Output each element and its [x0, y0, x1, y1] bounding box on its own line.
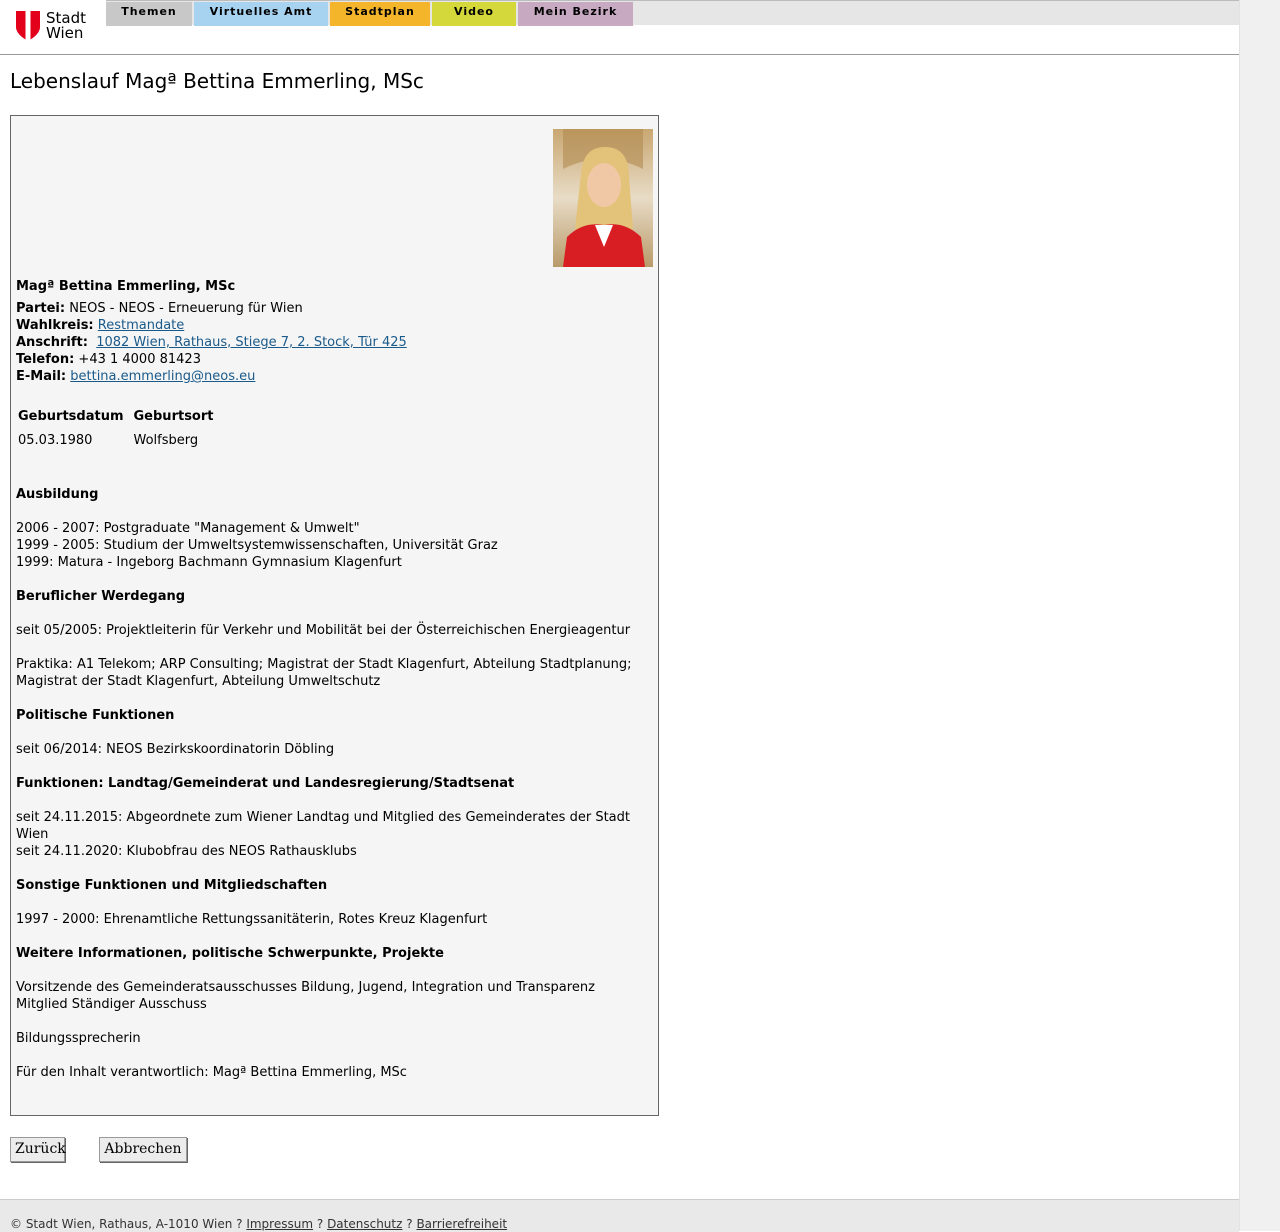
- table-cell-geburtsort: Wolfsberg: [133, 432, 199, 448]
- telefon-value: +43 1 4000 81423: [78, 352, 201, 367]
- list-item: 1997 - 2000: Ehrenamtliche Rettungssanit…: [16, 912, 488, 927]
- anschrift-link[interactable]: 1082 Wien, Rathaus, Stiege 7, 2. Stock, …: [96, 335, 407, 350]
- wahlkreis-link[interactable]: Restmandate: [98, 318, 185, 333]
- section-title: Sonstige Funktionen und Mitgliedschaften: [16, 878, 328, 893]
- birth-table: Geburtsdatum Geburtsort 05.03.1980 Wolfs…: [18, 406, 223, 450]
- section-ausbildung: Ausbildung 2006 - 2007: Postgraduate "Ma…: [16, 486, 646, 571]
- email-label: E-Mail:: [16, 369, 67, 384]
- cancel-button[interactable]: Abbrechen: [99, 1137, 187, 1162]
- page: Stadt Wien Themen Virtuelles Amt Stadtpl…: [0, 0, 1239, 1232]
- wahlkreis-label: Wahlkreis:: [16, 318, 94, 333]
- section-politisch: Politische Funktionen seit 06/2014: NEOS…: [16, 707, 646, 758]
- section-funktionen: Funktionen: Landtag/Gemeinderat und Land…: [16, 775, 646, 860]
- table-row: 05.03.1980 Wolfsberg: [18, 426, 223, 450]
- section-sonstige: Sonstige Funktionen und Mitgliedschaften…: [16, 877, 646, 928]
- site-header: Stadt Wien Themen Virtuelles Amt Stadtpl…: [0, 0, 1239, 55]
- table-cell-geburtsdatum: 05.03.1980: [18, 432, 93, 448]
- email-link[interactable]: bettina.emmerling@neos.eu: [70, 369, 255, 384]
- list-item: Mitglied Ständiger Ausschuss: [16, 997, 207, 1012]
- tab-video[interactable]: Video: [432, 2, 516, 26]
- list-item: 1999 - 2005: Studium der Umweltsystemwis…: [16, 538, 498, 553]
- section-title: Politische Funktionen: [16, 708, 175, 723]
- section-title: Beruflicher Werdegang: [16, 589, 186, 604]
- page-scrollbar[interactable]: [1239, 0, 1280, 1231]
- section-title: Funktionen: Landtag/Gemeinderat und Land…: [16, 776, 515, 791]
- footer-datenschutz-link[interactable]: Datenschutz: [327, 1217, 402, 1231]
- list-item: seit 24.11.2020: Klubobfrau des NEOS Rat…: [16, 844, 357, 859]
- site-footer: © Stadt Wien, Rathaus, A-1010 Wien ? Imp…: [0, 1199, 1239, 1232]
- list-item: Bildungssprecherin: [16, 1031, 141, 1046]
- profile-card: Magª Bettina Emmerling, MSc Partei: NEOS…: [10, 115, 659, 1116]
- wien-shield-icon: [16, 11, 40, 41]
- page-title: Lebenslauf Magª Bettina Emmerling, MSc: [10, 69, 424, 93]
- footer-separator: ?: [406, 1217, 413, 1231]
- list-item: Vorsitzende des Gemeinderatsausschusses …: [16, 980, 595, 995]
- list-item: seit 24.11.2015: Abgeordnete zum Wiener …: [16, 810, 630, 842]
- table-header-geburtsort: Geburtsort: [133, 408, 214, 424]
- back-button[interactable]: Zurück: [10, 1137, 66, 1162]
- profile-name: Magª Bettina Emmerling, MSc: [16, 279, 236, 294]
- list-item: 2006 - 2007: Postgraduate "Management & …: [16, 521, 360, 536]
- footer-separator: ?: [316, 1217, 324, 1231]
- section-title: Ausbildung: [16, 487, 99, 502]
- table-header-geburtsdatum: Geburtsdatum: [18, 408, 124, 424]
- tab-mein-bezirk[interactable]: Mein Bezirk: [518, 2, 633, 26]
- responsibility-note: Für den Inhalt verantwortlich: Magª Bett…: [16, 1065, 407, 1080]
- list-item: seit 06/2014: NEOS Bezirkskoordinatorin …: [16, 742, 335, 757]
- main-navigation: Themen Virtuelles Amt Stadtplan Video Me…: [106, 0, 1239, 26]
- tab-themen[interactable]: Themen: [106, 2, 192, 26]
- stadt-wien-logo[interactable]: Stadt Wien: [16, 10, 86, 42]
- profile-photo: [553, 129, 653, 267]
- list-item: 1999: Matura - Ingeborg Bachmann Gymnasi…: [16, 555, 402, 570]
- telefon-label: Telefon:: [16, 352, 75, 367]
- footer-copyright: © Stadt Wien, Rathaus, A-1010 Wien ?: [10, 1217, 243, 1231]
- list-item: seit 05/2005: Projektleiterin für Verkeh…: [16, 623, 631, 638]
- partei-value: NEOS - NEOS - Erneuerung für Wien: [69, 301, 303, 316]
- logo-text-wien: Wien: [46, 24, 84, 42]
- footer-impressum-link[interactable]: Impressum: [246, 1217, 313, 1231]
- section-weitere: Weitere Informationen, politische Schwer…: [16, 945, 646, 1081]
- logo-text: Stadt Wien: [46, 11, 86, 41]
- section-beruf: Beruflicher Werdegang seit 05/2005: Proj…: [16, 588, 646, 690]
- footer-barrierefreiheit-link[interactable]: Barrierefreiheit: [416, 1217, 507, 1231]
- list-item: Praktika: A1 Telekom; ARP Consulting; Ma…: [16, 657, 632, 689]
- contact-info: Partei: NEOS - NEOS - Erneuerung für Wie…: [16, 300, 407, 385]
- tab-virtuelles-amt[interactable]: Virtuelles Amt: [194, 2, 328, 26]
- section-title: Weitere Informationen, politische Schwer…: [16, 946, 444, 961]
- tab-stadtplan[interactable]: Stadtplan: [330, 2, 430, 26]
- partei-label: Partei:: [16, 301, 66, 316]
- anschrift-label: Anschrift:: [16, 335, 88, 350]
